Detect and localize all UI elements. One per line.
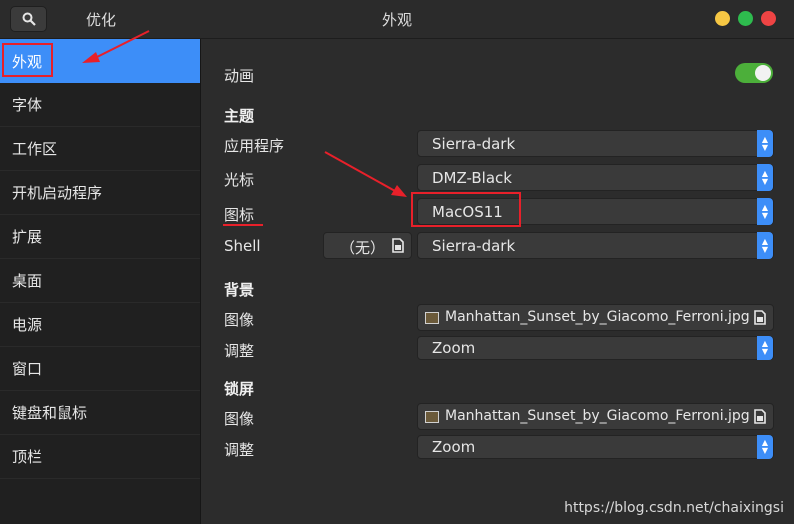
file-name: Manhattan_Sunset_by_Giacomo_Ferroni.jpg bbox=[445, 408, 750, 424]
sidebar: 外观 字体 工作区 开机启动程序 扩展 桌面 电源 窗口 键盘和鼠标 顶栏 bbox=[0, 39, 201, 524]
themes-section-title: 主题 bbox=[224, 107, 255, 125]
animation-toggle[interactable] bbox=[735, 63, 773, 83]
sidebar-item-label: 顶栏 bbox=[12, 448, 43, 466]
background-adjust-select[interactable]: Zoom ▲ ▼ bbox=[417, 336, 774, 360]
watermark: https://blog.csdn.net/chaixingsi bbox=[564, 500, 784, 516]
select-value: Zoom bbox=[432, 438, 476, 456]
minimize-button[interactable] bbox=[715, 11, 730, 26]
close-button[interactable] bbox=[761, 11, 776, 26]
background-image-label: 图像 bbox=[224, 311, 255, 329]
window-controls bbox=[715, 11, 776, 26]
select-arrows-icon: ▲ ▼ bbox=[757, 336, 773, 360]
background-adjust-label: 调整 bbox=[224, 342, 255, 360]
applications-label: 应用程序 bbox=[224, 137, 285, 155]
sidebar-item-extensions[interactable]: 扩展 bbox=[0, 215, 200, 259]
lockscreen-image-file-button[interactable]: Manhattan_Sunset_by_Giacomo_Ferroni.jpg bbox=[417, 403, 774, 430]
sidebar-item-fonts[interactable]: 字体 bbox=[0, 83, 200, 127]
sidebar-item-workspaces[interactable]: 工作区 bbox=[0, 127, 200, 171]
shell-none-text: （无） bbox=[340, 239, 386, 257]
sidebar-item-windows[interactable]: 窗口 bbox=[0, 347, 200, 391]
lockscreen-section-title: 锁屏 bbox=[224, 380, 255, 398]
select-value: DMZ-Black bbox=[432, 169, 512, 187]
sidebar-item-power[interactable]: 电源 bbox=[0, 303, 200, 347]
document-icon bbox=[754, 409, 766, 424]
select-value: Zoom bbox=[432, 339, 476, 357]
sidebar-item-label: 工作区 bbox=[12, 140, 58, 158]
background-section-title: 背景 bbox=[224, 281, 255, 299]
image-icon bbox=[425, 312, 439, 324]
sidebar-item-keyboard-mouse[interactable]: 键盘和鼠标 bbox=[0, 391, 200, 435]
lockscreen-adjust-select[interactable]: Zoom ▲ ▼ bbox=[417, 435, 774, 459]
sidebar-item-label: 扩展 bbox=[12, 228, 43, 246]
select-arrows-icon: ▲ ▼ bbox=[757, 164, 773, 191]
background-image-file-button[interactable]: Manhattan_Sunset_by_Giacomo_Ferroni.jpg bbox=[417, 304, 774, 331]
sidebar-item-label: 键盘和鼠标 bbox=[12, 404, 88, 422]
sidebar-item-topbar[interactable]: 顶栏 bbox=[0, 435, 200, 479]
sidebar-item-label: 桌面 bbox=[12, 272, 43, 290]
shell-theme-select[interactable]: Sierra-dark ▲ ▼ bbox=[417, 232, 774, 259]
select-arrows-icon: ▲ ▼ bbox=[757, 130, 773, 157]
sidebar-item-label: 字体 bbox=[12, 96, 43, 114]
sidebar-item-label: 电源 bbox=[12, 316, 43, 334]
annotation-box bbox=[411, 192, 521, 227]
sidebar-item-label: 开机启动程序 bbox=[12, 184, 103, 202]
animation-label: 动画 bbox=[224, 67, 255, 85]
lockscreen-image-label: 图像 bbox=[224, 410, 255, 428]
icons-label: 图标 bbox=[224, 206, 255, 224]
cursor-label: 光标 bbox=[224, 171, 255, 189]
page-title: 外观 bbox=[381, 11, 412, 29]
document-icon bbox=[392, 238, 404, 253]
select-arrows-icon: ▲ ▼ bbox=[757, 198, 773, 225]
sidebar-item-appearance[interactable]: 外观 bbox=[0, 39, 200, 83]
select-value: Sierra-dark bbox=[432, 135, 516, 153]
cursor-theme-select[interactable]: DMZ-Black ▲ ▼ bbox=[417, 164, 774, 191]
file-name: Manhattan_Sunset_by_Giacomo_Ferroni.jpg bbox=[445, 309, 750, 325]
sidebar-item-label: 窗口 bbox=[12, 360, 43, 378]
toggle-knob bbox=[755, 65, 771, 81]
image-icon bbox=[425, 411, 439, 423]
select-arrows-icon: ▲ ▼ bbox=[757, 232, 773, 259]
shell-label: Shell bbox=[224, 237, 261, 255]
annotation-box bbox=[2, 43, 53, 77]
lockscreen-adjust-label: 调整 bbox=[224, 441, 255, 459]
sidebar-item-desktop[interactable]: 桌面 bbox=[0, 259, 200, 303]
sidebar-item-startup[interactable]: 开机启动程序 bbox=[0, 171, 200, 215]
maximize-button[interactable] bbox=[738, 11, 753, 26]
select-value: Sierra-dark bbox=[432, 237, 516, 255]
shell-file-button[interactable]: （无） bbox=[323, 232, 412, 259]
main-content: 动画 主题 应用程序 Sierra-dark ▲ ▼ 光标 DMZ-Black ▲… bbox=[201, 39, 794, 524]
header-bar: 优化 外观 bbox=[0, 0, 794, 39]
document-icon bbox=[754, 310, 766, 325]
select-arrows-icon: ▲ ▼ bbox=[757, 435, 773, 459]
annotation-underline bbox=[223, 224, 263, 226]
applications-theme-select[interactable]: Sierra-dark ▲ ▼ bbox=[417, 130, 774, 157]
